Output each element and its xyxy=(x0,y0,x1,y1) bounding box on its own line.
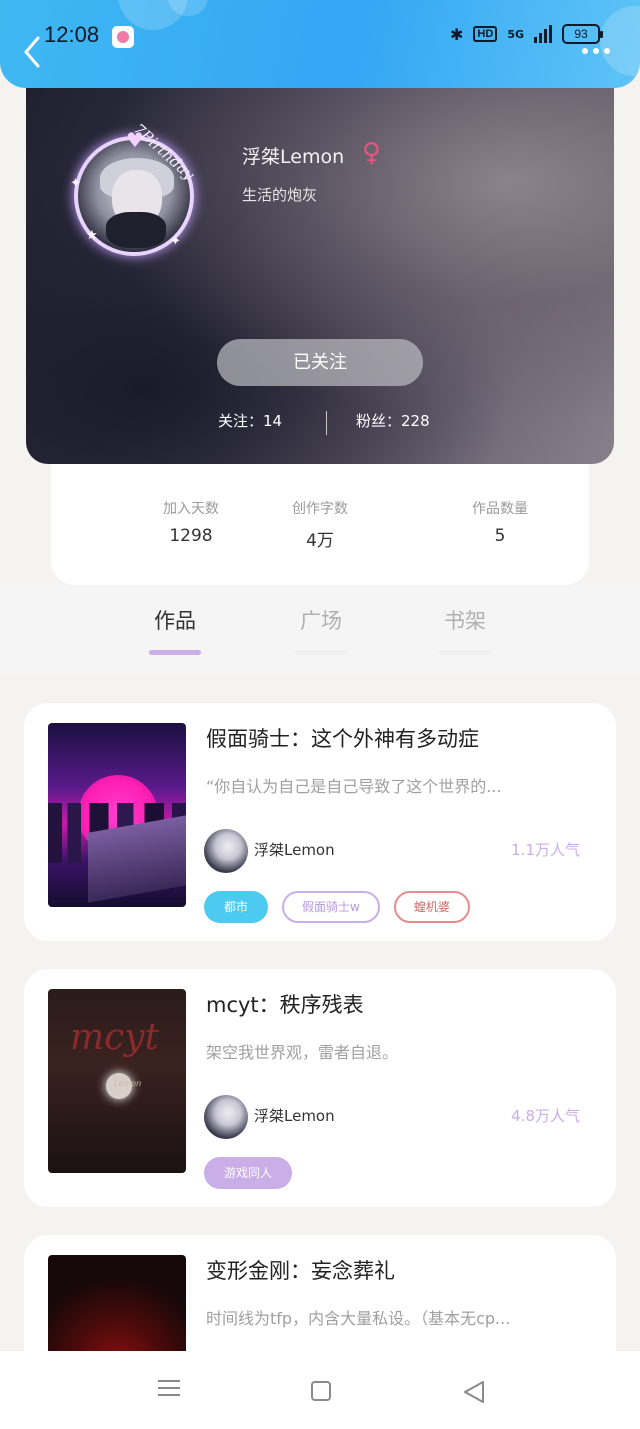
tab-square[interactable]: 广场 xyxy=(281,605,361,635)
tab-indicator xyxy=(439,650,491,655)
popularity-count: 1.1万人气 xyxy=(511,841,580,859)
following-count[interactable]: 关注：14 xyxy=(218,410,282,431)
system-nav-bar xyxy=(0,1351,640,1429)
book-description: 架空我世界观，雷者自退。 xyxy=(206,1043,399,1062)
star-icon: ✦ xyxy=(170,234,181,249)
female-gender-icon: ♀ xyxy=(362,138,382,168)
book-title[interactable]: mcyt：秩序残表 xyxy=(206,989,364,1019)
book-title[interactable]: 假面骑士：这个外神有多动症 xyxy=(206,723,479,753)
back-arrow-icon[interactable] xyxy=(22,36,42,68)
stat-label: 创作字数 xyxy=(292,501,348,517)
status-icons: ✱ HD 5G 93 xyxy=(450,24,603,44)
status-time: 12:08 xyxy=(44,22,100,47)
cover-title-text: mcyt xyxy=(70,1017,160,1058)
more-options-icon[interactable] xyxy=(582,48,610,54)
tab-bookshelf[interactable]: 书架 xyxy=(425,605,505,635)
book-card[interactable]: 假面骑士：这个外神有多动症 “你自认为自己是自己导致了这个世界的... 浮桀Le… xyxy=(24,703,616,941)
signal-icon xyxy=(534,25,552,43)
notification-app-icon xyxy=(112,26,134,48)
cover-subtitle-text: Lemon xyxy=(114,1079,142,1088)
tab-bar: 作品 广场 书架 xyxy=(0,585,640,677)
book-title[interactable]: 变形金刚：妄念葬礼 xyxy=(206,1255,395,1285)
profile-banner: ♥ 7Birthday ✦ ★ ✦ 浮桀Lemon ♀ 生活的炮灰 已关注 关注… xyxy=(26,88,614,464)
tag-list: 都市 假面骑士w 蝗机婆 xyxy=(204,891,470,923)
tag-chip[interactable]: 都市 xyxy=(204,891,269,923)
star-icon: ★ xyxy=(86,228,98,243)
battery-icon: 93 xyxy=(562,24,603,44)
avatar[interactable]: ♥ 7Birthday ✦ ★ ✦ xyxy=(70,120,198,256)
star-icon: ✦ xyxy=(70,176,81,191)
hd-badge: HD xyxy=(473,26,498,42)
book-cover-image[interactable] xyxy=(48,723,186,907)
popularity-count: 4.8万人气 xyxy=(511,1107,580,1125)
book-description: 时间线为tfp，内含大量私设。（基本无cp... xyxy=(206,1309,511,1328)
author-avatar[interactable] xyxy=(204,1095,248,1139)
stat-works-count: 作品数量 5 xyxy=(430,498,570,546)
author-name[interactable]: 浮桀Lemon xyxy=(254,839,335,860)
stat-label: 加入天数 xyxy=(163,501,219,517)
tab-works[interactable]: 作品 xyxy=(135,605,215,635)
stat-value: 5 xyxy=(494,526,506,546)
follow-counts: 关注：14 粉丝：228 xyxy=(26,410,614,436)
tag-chip[interactable]: 假面骑士w xyxy=(282,891,380,923)
stat-label: 作品数量 xyxy=(472,501,528,517)
author-avatar[interactable] xyxy=(204,829,248,873)
network-label: 5G xyxy=(507,27,524,41)
stat-value: 4万 xyxy=(306,531,334,551)
book-description: “你自认为自己是自己导致了这个世界的... xyxy=(206,777,502,796)
stat-value: 1298 xyxy=(169,526,213,546)
tab-indicator xyxy=(295,650,347,655)
tag-chip[interactable]: 游戏同人 xyxy=(204,1157,293,1189)
divider xyxy=(326,411,327,435)
tab-indicator-active xyxy=(149,650,201,655)
stat-join-days: 加入天数 1298 xyxy=(121,498,261,546)
header-bubble-decoration xyxy=(600,6,640,76)
recent-apps-icon[interactable] xyxy=(149,1375,189,1415)
username: 浮桀Lemon xyxy=(242,146,345,168)
stat-word-count: 创作字数 4万 xyxy=(250,498,390,551)
followed-button[interactable]: 已关注 xyxy=(217,339,423,386)
tag-list: 游戏同人 xyxy=(204,1157,293,1189)
top-bar: 12:08 ✱ HD 5G 93 xyxy=(0,0,640,88)
author-name[interactable]: 浮桀Lemon xyxy=(254,1105,335,1126)
book-cover-image[interactable]: mcyt Lemon xyxy=(48,989,186,1173)
bluetooth-icon: ✱ xyxy=(450,24,464,44)
fans-count[interactable]: 粉丝：228 xyxy=(356,410,430,431)
tag-chip[interactable]: 蝗机婆 xyxy=(393,891,470,923)
book-card[interactable]: mcyt Lemon mcyt：秩序残表 架空我世界观，雷者自退。 浮桀Lemo… xyxy=(24,969,616,1207)
back-triangle-icon[interactable] xyxy=(455,1373,495,1413)
user-bio: 生活的炮灰 xyxy=(242,186,318,204)
home-icon[interactable] xyxy=(301,1373,341,1413)
